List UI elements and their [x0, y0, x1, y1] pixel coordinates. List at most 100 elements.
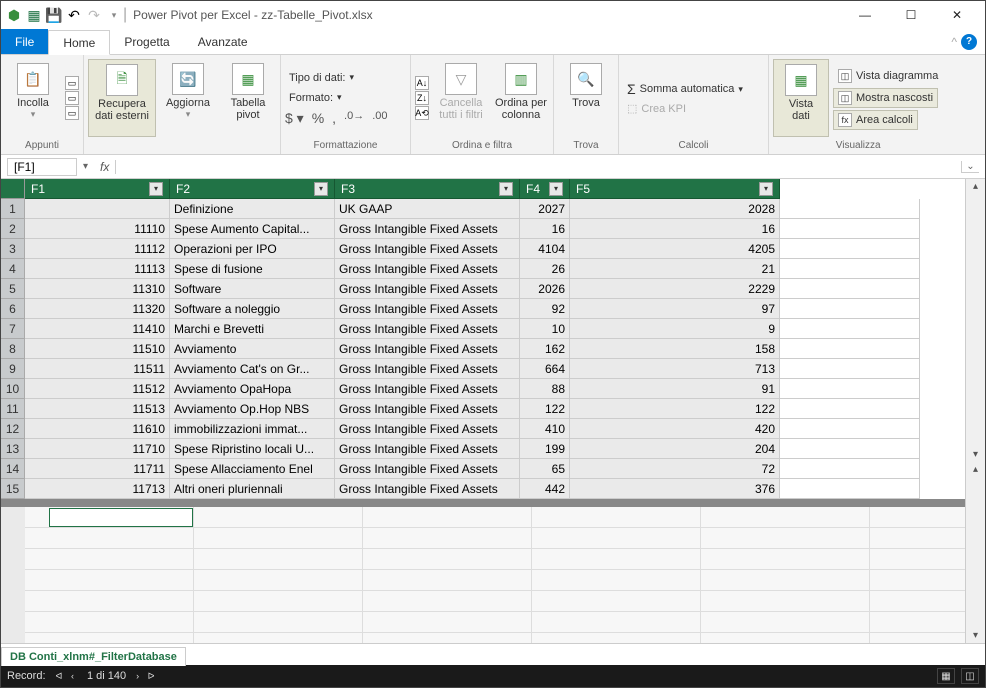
format-dropdown[interactable]: Formato: ▾ — [285, 90, 406, 106]
table-row[interactable]: 311112Operazioni per IPOGross Intangible… — [1, 239, 965, 259]
cell-f3[interactable]: Gross Intangible Fixed Assets — [335, 439, 520, 459]
qat-dropdown-icon[interactable]: ▾ — [105, 6, 123, 24]
clipboard-sm-icon-3[interactable]: ▭ — [65, 106, 79, 120]
row-head[interactable]: 11 — [1, 399, 25, 419]
save-icon[interactable]: 💾 — [45, 6, 63, 24]
cell-f3[interactable]: Gross Intangible Fixed Assets — [335, 379, 520, 399]
cell-f1[interactable]: 11113 — [25, 259, 170, 279]
cell-f4[interactable]: 16 — [520, 219, 570, 239]
comma-icon[interactable]: , — [332, 110, 336, 127]
data-view-button[interactable]: ▦ Vista dati — [773, 59, 829, 137]
cell-f4[interactable]: 162 — [520, 339, 570, 359]
cell-f4[interactable]: 2027 — [520, 199, 570, 219]
cell-f5[interactable]: 16 — [570, 219, 780, 239]
undo-icon[interactable]: ↶ — [65, 6, 83, 24]
table-row[interactable]: 1311710Spese Ripristino locali U...Gross… — [1, 439, 965, 459]
fx-label[interactable]: fx — [94, 160, 116, 174]
close-button[interactable]: ✕ — [943, 4, 971, 26]
cell-add[interactable] — [780, 459, 920, 479]
find-button[interactable]: 🔍 Trova — [558, 59, 614, 137]
table-row[interactable]: 1411711Spese Allacciamento EnelGross Int… — [1, 459, 965, 479]
sort-column-button[interactable]: ▥ Ordina per colonna — [493, 59, 549, 137]
scroll-up-icon[interactable]: ▴ — [973, 179, 978, 194]
cell-f3[interactable]: Gross Intangible Fixed Assets — [335, 219, 520, 239]
cell-add[interactable] — [780, 419, 920, 439]
cell-f2[interactable]: Spese Aumento Capital... — [170, 219, 335, 239]
cell-f4[interactable]: 410 — [520, 419, 570, 439]
cell-f3[interactable]: Gross Intangible Fixed Assets — [335, 459, 520, 479]
refresh-button[interactable]: 🔄 Aggiorna ▾ — [160, 59, 216, 137]
show-hidden-button[interactable]: ◫Mostra nascosti — [833, 88, 938, 108]
table-row[interactable]: 1511713Altri oneri pluriennaliGross Inta… — [1, 479, 965, 499]
scroll-up-icon-2[interactable]: ▴ — [973, 462, 978, 477]
clipboard-sm-icon-1[interactable]: ▭ — [65, 76, 79, 90]
cell-f5[interactable]: 9 — [570, 319, 780, 339]
row-head[interactable]: 12 — [1, 419, 25, 439]
filter-icon[interactable]: ▾ — [759, 182, 773, 196]
cell-f4[interactable]: 92 — [520, 299, 570, 319]
cell-f2[interactable]: Software — [170, 279, 335, 299]
tab-advanced[interactable]: Avanzate — [184, 29, 262, 54]
cell-f2[interactable]: immobilizzazioni immat... — [170, 419, 335, 439]
autosum-button[interactable]: Σ Somma automatica ▾ — [623, 79, 747, 99]
col-head-f2[interactable]: F2▾ — [170, 179, 335, 199]
sort-asc-icon[interactable]: A↓ — [415, 76, 429, 90]
cell-f5[interactable]: 97 — [570, 299, 780, 319]
filter-icon[interactable]: ▾ — [549, 182, 563, 196]
datatype-dropdown[interactable]: Tipo di dati: ▾ — [285, 70, 406, 86]
formula-expand-icon[interactable]: ⌄ — [961, 161, 979, 173]
cell-f1[interactable]: 11110 — [25, 219, 170, 239]
cell-f2[interactable]: Definizione — [170, 199, 335, 219]
diagram-view-button[interactable]: ◫Vista diagramma — [833, 66, 943, 86]
table-row[interactable]: 811510AvviamentoGross Intangible Fixed A… — [1, 339, 965, 359]
tab-design[interactable]: Progetta — [110, 29, 183, 54]
cell-f3[interactable]: Gross Intangible Fixed Assets — [335, 399, 520, 419]
cell-f2[interactable]: Spese Allacciamento Enel — [170, 459, 335, 479]
table-row[interactable]: 911511Avviamento Cat's on Gr...Gross Int… — [1, 359, 965, 379]
active-calc-cell[interactable] — [49, 508, 193, 527]
cell-f3[interactable]: Gross Intangible Fixed Assets — [335, 259, 520, 279]
add-column-head[interactable]: Aggiungi colonna — [780, 179, 920, 199]
cell-f5[interactable]: 420 — [570, 419, 780, 439]
cell-add[interactable] — [780, 199, 920, 219]
table-row[interactable]: 1211610immobilizzazioni immat...Gross In… — [1, 419, 965, 439]
cell-f2[interactable]: Spese Ripristino locali U... — [170, 439, 335, 459]
col-head-f4[interactable]: F4▾ — [520, 179, 570, 199]
cell-f3[interactable]: Gross Intangible Fixed Assets — [335, 359, 520, 379]
cell-f4[interactable]: 664 — [520, 359, 570, 379]
record-nav-last-icon[interactable]: › ᐅ — [136, 671, 157, 682]
filter-icon[interactable]: ▾ — [149, 182, 163, 196]
decrease-decimal-icon[interactable]: .00 — [372, 110, 387, 127]
cell-add[interactable] — [780, 339, 920, 359]
table-row[interactable]: 1111513Avviamento Op.Hop NBSGross Intang… — [1, 399, 965, 419]
cell-f4[interactable]: 199 — [520, 439, 570, 459]
name-box[interactable]: [F1] — [7, 158, 77, 176]
cell-f1[interactable]: 11710 — [25, 439, 170, 459]
split-divider[interactable] — [1, 499, 965, 507]
minimize-button[interactable]: — — [851, 4, 879, 26]
table-row[interactable]: 411113Spese di fusioneGross Intangible F… — [1, 259, 965, 279]
clear-filters-button[interactable]: ▽ Cancella tutti i filtri — [433, 59, 489, 137]
filter-icon[interactable]: ▾ — [499, 182, 513, 196]
cell-f2[interactable]: Operazioni per IPO — [170, 239, 335, 259]
row-head[interactable]: 4 — [1, 259, 25, 279]
cell-f4[interactable]: 88 — [520, 379, 570, 399]
cell-add[interactable] — [780, 259, 920, 279]
increase-decimal-icon[interactable]: .0→ — [344, 110, 364, 127]
row-head[interactable]: 14 — [1, 459, 25, 479]
cell-f5[interactable]: 2229 — [570, 279, 780, 299]
cell-f5[interactable]: 122 — [570, 399, 780, 419]
table-row[interactable]: 711410Marchi e BrevettiGross Intangible … — [1, 319, 965, 339]
cell-add[interactable] — [780, 239, 920, 259]
cell-add[interactable] — [780, 279, 920, 299]
cell-add[interactable] — [780, 359, 920, 379]
row-head[interactable]: 8 — [1, 339, 25, 359]
scroll-down-icon-2[interactable]: ▾ — [973, 628, 978, 643]
clear-sort-icon[interactable]: A⟲ — [415, 106, 429, 120]
cell-f1[interactable]: 11410 — [25, 319, 170, 339]
cell-f3[interactable]: UK GAAP — [335, 199, 520, 219]
col-head-f1[interactable]: F1▾ — [25, 179, 170, 199]
cell-f5[interactable]: 713 — [570, 359, 780, 379]
help-icon[interactable]: ? — [961, 34, 977, 50]
filter-icon[interactable]: ▾ — [314, 182, 328, 196]
